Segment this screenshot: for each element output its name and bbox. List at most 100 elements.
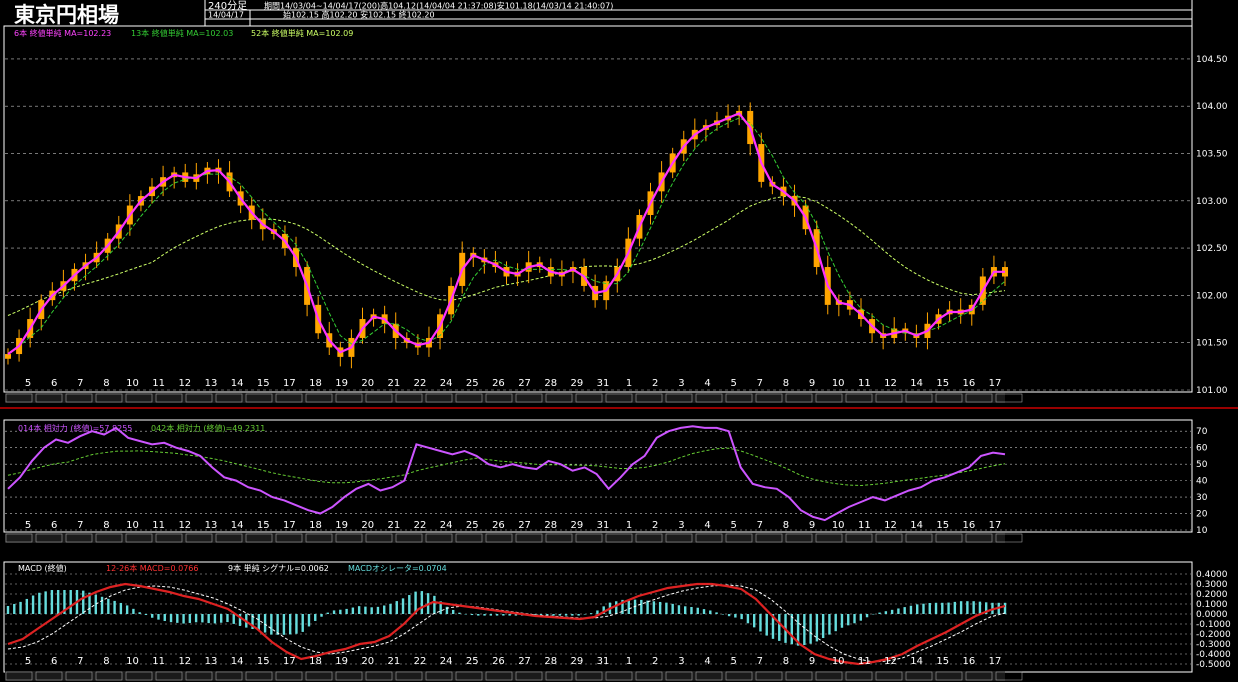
y-tick-label: 104.50 — [1196, 55, 1228, 65]
macd-hist-bar — [495, 614, 499, 616]
macd-hist-bar — [840, 614, 844, 628]
macd-hist-bar — [307, 614, 311, 627]
hour-row-band — [5, 533, 1005, 543]
x-day-label: 28 — [544, 378, 557, 389]
x-day-label: 10 — [832, 656, 845, 667]
hour-row-band — [5, 393, 1005, 403]
x-day-label: 11 — [152, 378, 165, 389]
macd-hist-bar — [740, 614, 743, 620]
x-day-label: 1 — [626, 656, 632, 667]
macd-hist-bar — [276, 614, 279, 635]
x-day-label: 2 — [652, 520, 658, 531]
x-day-label: 12 — [884, 520, 897, 531]
x-day-label: 18 — [309, 520, 322, 531]
legend-signal: 9本 単純 シグナル=0.0062 — [228, 563, 329, 573]
x-day-label: 6 — [51, 378, 57, 389]
macd-hist-bar — [213, 614, 217, 624]
x-day-label: 24 — [440, 656, 453, 667]
x-day-label: 19 — [335, 520, 348, 531]
x-day-label: 25 — [466, 378, 479, 389]
chart-title: 東京円相場 — [14, 3, 119, 27]
macd-hist-bar — [702, 609, 706, 614]
x-day-label: 21 — [388, 378, 401, 389]
rsi14-line — [7, 425, 1006, 522]
macd-hist-bar — [107, 598, 110, 614]
macd-hist-bar — [201, 614, 204, 623]
y-tick-label: 104.00 — [1196, 102, 1228, 112]
macd-hist-bar — [922, 603, 925, 614]
chart-canvas: 東京円相場 240分足 期間14/03/04~14/04/17(200)高104… — [0, 0, 1238, 681]
x-day-label: 11 — [858, 520, 871, 531]
y-tick-label: 101.00 — [1196, 386, 1228, 396]
macd-hist-bar — [778, 614, 781, 641]
macd-hist-bar — [44, 591, 47, 614]
x-day-label: 13 — [205, 378, 218, 389]
x-day-label: 9 — [809, 656, 815, 667]
macd-hist-bar — [959, 601, 963, 614]
macd-hist-bar — [314, 614, 317, 621]
x-day-label: 16 — [962, 520, 975, 531]
x-day-label: 22 — [414, 656, 427, 667]
macd-hist-bar — [684, 606, 687, 614]
macd-hist-bar — [94, 594, 97, 614]
x-day-label: 7 — [77, 378, 83, 389]
macd-hist-bar — [1003, 602, 1007, 614]
macd-hist-bar — [853, 614, 856, 624]
macd-hist-bar — [132, 608, 135, 614]
x-day-label: 17 — [989, 378, 1002, 389]
x-day-label: 18 — [309, 656, 322, 667]
x-day-label: 9 — [809, 378, 815, 389]
macd-hist-bar — [571, 614, 574, 616]
y-tick-label: -0.4000 — [1196, 650, 1231, 660]
macd-hist-bar — [715, 612, 718, 614]
macd-hist-bar — [953, 601, 957, 614]
y-tick-label: 103.50 — [1196, 150, 1228, 160]
macd-hist-bar — [677, 605, 681, 614]
macd-hist-bar — [859, 614, 862, 621]
y-tick-label: 50 — [1196, 460, 1208, 470]
macd-hist-bar — [383, 605, 386, 614]
macd-hist-bar — [151, 614, 154, 618]
legend-macd: 12-26本 MACD=0.0766 — [106, 563, 198, 573]
x-day-label: 8 — [783, 520, 789, 531]
x-day-label: 15 — [257, 656, 270, 667]
y-tick-label: -0.1000 — [1196, 620, 1231, 630]
y-tick-label: 0.3000 — [1196, 580, 1228, 590]
x-day-label: 8 — [103, 656, 109, 667]
y-tick-label: 20 — [1196, 510, 1208, 520]
date-label: 14/04/17 — [208, 11, 244, 20]
macd-hist-bar — [364, 606, 367, 614]
y-tick-label: 0.2000 — [1196, 590, 1228, 600]
macd-hist-bar — [765, 614, 768, 636]
macd-hist-bar — [257, 614, 261, 631]
x-day-label: 11 — [858, 656, 871, 667]
macd-hist-bar — [558, 614, 561, 616]
macd-hist-bar — [552, 614, 555, 616]
macd-hist-bar — [69, 590, 72, 614]
macd-hist-bar — [821, 614, 825, 639]
x-day-label: 17 — [283, 378, 296, 389]
macd-hist-bar — [82, 590, 85, 614]
macd-hist-bar — [966, 601, 969, 614]
macd-hist-bar — [125, 605, 129, 614]
y-tick-label: 70 — [1196, 427, 1208, 437]
x-day-label: 20 — [361, 520, 374, 531]
macd-hist-bar — [376, 606, 380, 614]
macd-hist-bar — [577, 614, 580, 616]
x-day-label: 5 — [730, 378, 736, 389]
macd-hist-bar — [897, 608, 900, 614]
x-day-label: 29 — [570, 378, 583, 389]
macd-hist-bar — [828, 614, 831, 635]
macd-hist-bar — [163, 614, 166, 622]
legend-rsi14: 014本 相対力 (終値)=57.8255 — [18, 423, 132, 433]
macd-hist-bar — [884, 611, 888, 614]
x-day-label: 15 — [936, 656, 949, 667]
x-day-label: 19 — [335, 656, 348, 667]
macd-hist-bar — [144, 614, 148, 616]
y-tick-label: -0.2000 — [1196, 630, 1231, 640]
x-day-label: 12 — [178, 378, 191, 389]
macd-hist-bar — [596, 610, 599, 614]
y-tick-label: -0.5000 — [1196, 660, 1231, 670]
x-day-label: 7 — [757, 656, 763, 667]
macd-hist-bar — [6, 606, 10, 614]
